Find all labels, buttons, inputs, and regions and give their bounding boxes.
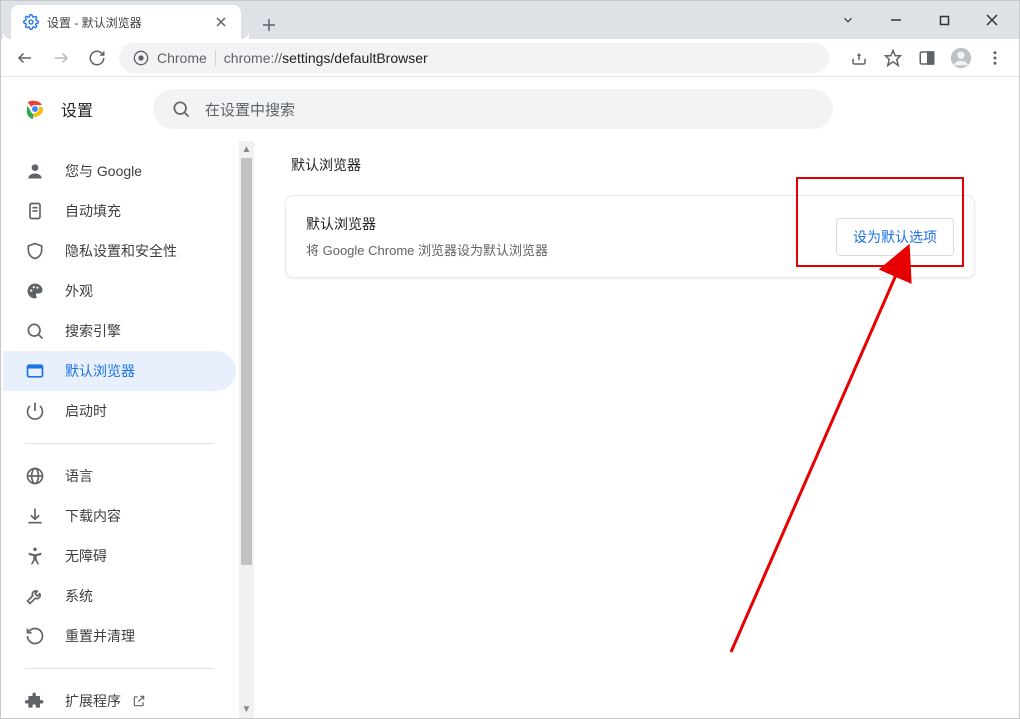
sidebar-item-label: 重置并清理 [65, 626, 135, 646]
settings-header: 设置 在设置中搜索 [1, 77, 1019, 141]
a11y-icon [25, 546, 45, 566]
reload-button[interactable] [83, 44, 111, 72]
site-info[interactable]: Chrome [133, 50, 207, 66]
divider [25, 668, 214, 669]
card-title: 默认浏览器 [306, 214, 816, 234]
external-link-icon [131, 693, 147, 709]
sidebar-item-label: 下载内容 [65, 506, 121, 526]
search-icon [171, 99, 191, 119]
sidebar-item-reset[interactable]: 重置并清理 [3, 616, 236, 656]
palette-icon [25, 281, 45, 301]
gear-icon [23, 14, 39, 30]
address-bar[interactable]: Chrome chrome://settings/defaultBrowser [119, 43, 829, 73]
browser-tab[interactable]: 设置 - 默认浏览器 [11, 5, 241, 39]
maximize-icon[interactable] [935, 11, 953, 29]
profile-icon[interactable] [947, 44, 975, 72]
sidebar-item-ext[interactable]: 扩展程序 [3, 681, 236, 718]
settings-sidebar: 您与 Google 自动填充隐私设置和安全性外观搜索引擎默认浏览器启动时 语言下载… [1, 141, 255, 718]
card-subtitle: 将 Google Chrome 浏览器设为默认浏览器 [306, 240, 816, 259]
sidebar-item-label: 无障碍 [65, 546, 107, 566]
sidebar-item-globe[interactable]: 语言 [3, 456, 236, 496]
person-icon [25, 161, 45, 181]
reset-icon [25, 626, 45, 646]
settings-search[interactable]: 在设置中搜索 [153, 89, 833, 129]
sidebar-item-a11y[interactable]: 无障碍 [3, 536, 236, 576]
separator [215, 50, 216, 66]
section-title: 默认浏览器 [291, 155, 975, 175]
scroll-up-icon[interactable]: ▲ [239, 141, 254, 158]
secure-label: Chrome [157, 50, 207, 66]
minimize-icon[interactable] [887, 11, 905, 29]
browser-toolbar: Chrome chrome://settings/defaultBrowser [1, 39, 1019, 77]
close-tab-icon[interactable] [213, 14, 229, 30]
chevron-down-icon[interactable] [839, 11, 857, 29]
sidebar-item-power[interactable]: 启动时 [3, 391, 236, 431]
sidebar-item-label: 隐私设置和安全性 [65, 241, 177, 261]
sidebar-item-label: 系统 [65, 586, 93, 606]
sidebar-item-palette[interactable]: 外观 [3, 271, 236, 311]
tab-title: 设置 - 默认浏览器 [47, 14, 205, 31]
url-text: chrome://settings/defaultBrowser [224, 50, 428, 66]
kebab-menu-icon[interactable] [981, 44, 1009, 72]
sidebar-item-label: 自动填充 [65, 201, 121, 221]
chrome-logo-icon [23, 97, 47, 121]
page-title: 设置 [61, 97, 93, 121]
search-placeholder: 在设置中搜索 [205, 99, 295, 120]
wrench-icon [25, 586, 45, 606]
ext-icon [25, 691, 45, 711]
sidebar-item-shield[interactable]: 隐私设置和安全性 [3, 231, 236, 271]
sidebar-scrollbar[interactable]: ▲ ▼ [239, 141, 254, 718]
sidebar-item-person[interactable]: 您与 Google [3, 151, 236, 191]
download-icon [25, 506, 45, 526]
sidebar-item-label: 启动时 [65, 401, 107, 421]
default-browser-card: 默认浏览器 将 Google Chrome 浏览器设为默认浏览器 设为默认选项 [285, 195, 975, 278]
settings-page: 设置 在设置中搜索 您与 Google自动填充隐私设置和安全性外观搜索引擎默认浏… [1, 77, 1019, 718]
sidebar-item-label: 搜索引擎 [65, 321, 121, 341]
sidebar-item-download[interactable]: 下载内容 [3, 496, 236, 536]
shield-icon [25, 241, 45, 261]
scroll-thumb[interactable] [241, 158, 252, 565]
back-button[interactable] [11, 44, 39, 72]
sidebar-item-wrench[interactable]: 系统 [3, 576, 236, 616]
sidebar-item-label: 您与 Google [65, 161, 142, 181]
new-tab-button[interactable] [255, 11, 283, 39]
browser-icon [25, 361, 45, 381]
sidebar-item-label: 默认浏览器 [65, 361, 135, 381]
globe-icon [25, 466, 45, 486]
sidebar-item-label: 扩展程序 [65, 691, 121, 711]
settings-main: 默认浏览器 默认浏览器 将 Google Chrome 浏览器设为默认浏览器 设… [255, 141, 1019, 718]
forward-button[interactable] [47, 44, 75, 72]
sidebar-item-autofill[interactable]: 自动填充 [3, 191, 236, 231]
scroll-down-icon[interactable]: ▼ [239, 701, 254, 718]
sidebar-item-browser[interactable]: 默认浏览器 [3, 351, 236, 391]
make-default-button[interactable]: 设为默认选项 [836, 218, 954, 256]
divider [25, 443, 214, 444]
window-controls [821, 1, 1019, 39]
close-window-icon[interactable] [983, 11, 1001, 29]
power-icon [25, 401, 45, 421]
share-icon[interactable] [845, 44, 873, 72]
search-icon [25, 321, 45, 341]
sidebar-item-search[interactable]: 搜索引擎 [3, 311, 236, 351]
sidebar-item-label: 语言 [65, 466, 93, 486]
bookmark-icon[interactable] [879, 44, 907, 72]
sidebar-item-label: 外观 [65, 281, 93, 301]
autofill-icon [25, 201, 45, 221]
side-panel-icon[interactable] [913, 44, 941, 72]
